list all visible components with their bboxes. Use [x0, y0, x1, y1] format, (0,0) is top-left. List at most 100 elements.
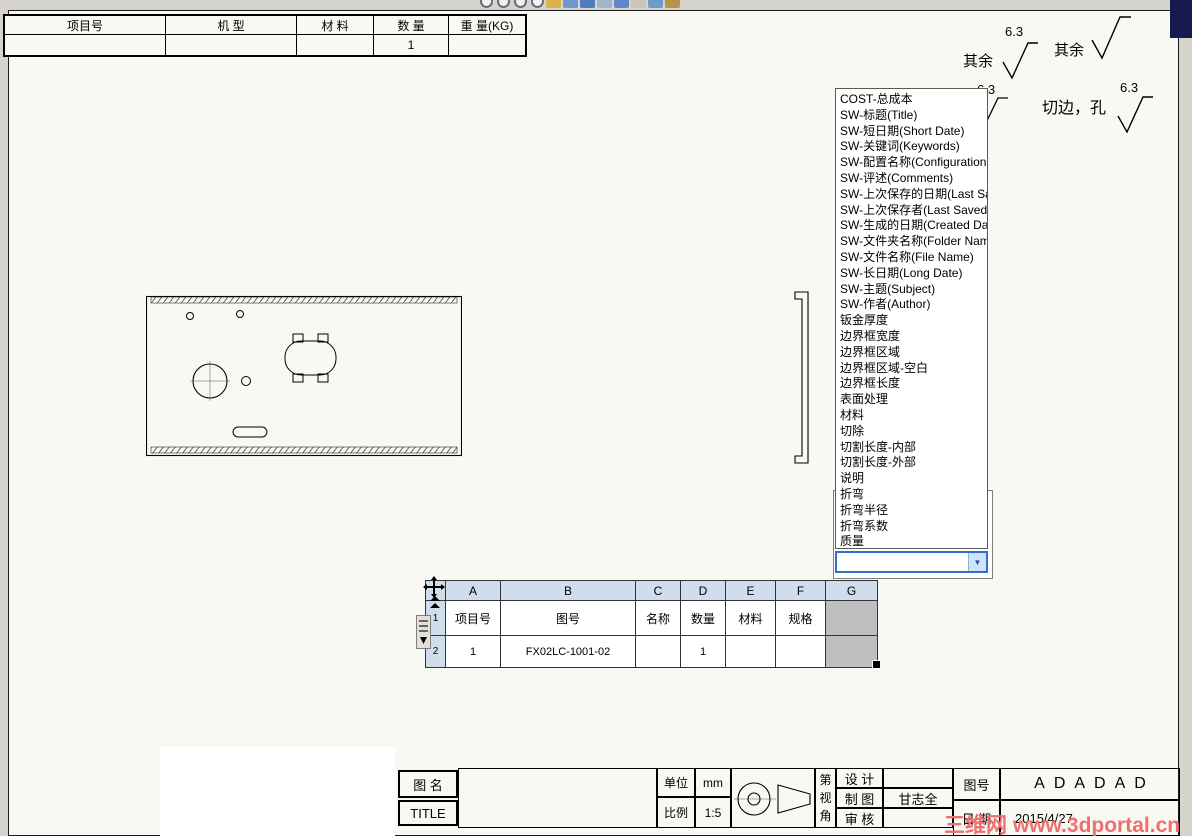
property-combo-box[interactable]: ▼ [835, 551, 988, 573]
project-info-table: 项目号 机 型 材 料 数 量 重 量(KG) 1 [3, 14, 527, 57]
zoom-in-out-icon[interactable] [512, 0, 527, 8]
property-list-item[interactable]: 材料 [836, 408, 987, 424]
surface-finish-others-2: 其余 [1054, 13, 1136, 63]
property-list-item[interactable]: SW-标题(Title) [836, 108, 987, 124]
roughness-value: 6.3 [1005, 24, 1024, 39]
window-corner-panel [1170, 0, 1192, 38]
pan-icon[interactable] [546, 0, 561, 8]
project-no-header: 项目号 [5, 16, 166, 35]
property-list-item[interactable]: 钣金厚度 [836, 313, 987, 329]
bom-cell[interactable]: 数量 [681, 601, 726, 636]
chevron-down-icon[interactable]: ▼ [968, 553, 986, 571]
bom-cell[interactable]: 项目号 [446, 601, 501, 636]
bom-cell[interactable] [636, 636, 681, 668]
third-angle-projection-icon [734, 782, 811, 816]
property-list-item[interactable]: 折弯 [836, 487, 987, 503]
bom-cell[interactable] [826, 601, 878, 636]
weight-header: 重 量(KG) [449, 16, 525, 35]
property-list-item[interactable]: SW-上次保存者(Last Saved By) [836, 203, 987, 219]
bom-cell[interactable] [726, 636, 776, 668]
machine-type-header: 机 型 [166, 16, 297, 35]
bom-cell[interactable]: 规格 [776, 601, 826, 636]
property-list-item[interactable]: SW-评述(Comments) [836, 171, 987, 187]
bom-col-header[interactable]: A [446, 581, 501, 601]
property-list-item[interactable]: 说明 [836, 471, 987, 487]
design-label: 设 计 [836, 768, 883, 788]
rotate-view-icon[interactable] [529, 0, 544, 8]
table-move-handle-icon[interactable] [423, 576, 445, 598]
property-list-item[interactable]: 质量 [836, 534, 987, 548]
property-combo-value[interactable] [837, 553, 968, 571]
property-list-item[interactable]: SW-主题(Subject) [836, 282, 987, 298]
drawing-no-value: ADADAD [1000, 768, 1180, 800]
property-list-item[interactable]: SW-上次保存的日期(Last Saved Date) [836, 187, 987, 203]
property-list-item[interactable]: 边界框宽度 [836, 329, 987, 345]
side-view[interactable] [794, 291, 814, 465]
projection-symbol-cell [731, 768, 815, 828]
property-list-item[interactable]: SW-文件夹名称(Folder Name) [836, 234, 987, 250]
material-value [297, 35, 374, 55]
property-list-item[interactable]: 折弯半径 [836, 503, 987, 519]
check-label: 审 核 [836, 808, 883, 828]
cad-drawing-window: 项目号 机 型 材 料 数 量 重 量(KG) 1 其余 6.3 其余 6.3 … [0, 0, 1192, 836]
bom-col-header[interactable]: D [681, 581, 726, 601]
angle-char: 第 [819, 773, 832, 787]
view-orientation-icon[interactable] [563, 0, 578, 8]
edit-appearance-icon[interactable] [614, 0, 629, 8]
property-list-item[interactable]: 切割长度-内部 [836, 440, 987, 456]
bom-cell[interactable] [776, 636, 826, 668]
bom-col-header[interactable]: E [726, 581, 776, 601]
bom-cell[interactable]: 1 [681, 636, 726, 668]
property-list-item[interactable]: 切割长度-外部 [836, 455, 987, 471]
check-value [883, 808, 953, 828]
draft-value: 甘志全 [883, 788, 953, 808]
table-sort-arrows-icon[interactable] [429, 596, 441, 609]
property-list-item[interactable]: COST-总成本 [836, 92, 987, 108]
bom-col-header[interactable]: F [776, 581, 826, 601]
title-label: TITLE [398, 800, 458, 826]
view-settings-icon[interactable] [648, 0, 663, 8]
bom-cell[interactable]: 1 [446, 636, 501, 668]
hide-show-items-icon[interactable] [597, 0, 612, 8]
property-list-item[interactable]: SW-文件名称(File Name) [836, 250, 987, 266]
front-view[interactable] [146, 294, 462, 458]
property-list-item[interactable]: SW-关键词(Keywords) [836, 139, 987, 155]
cell-fill-handle[interactable] [872, 660, 881, 669]
scale-value: 1:5 [695, 797, 731, 828]
property-list-item[interactable]: 折弯系数 [836, 519, 987, 535]
property-list-item[interactable]: SW-作者(Author) [836, 297, 987, 313]
property-list-item[interactable]: SW-长日期(Long Date) [836, 266, 987, 282]
property-list-item[interactable]: 边界框长度 [836, 376, 987, 392]
property-list-item[interactable]: 边界框区域 [836, 345, 987, 361]
white-overlay-patch [160, 747, 395, 836]
bom-cell[interactable] [826, 636, 878, 668]
bom-cell[interactable]: FX02LC-1001-02 [501, 636, 636, 668]
surface-finish-others-1: 其余 6.3 [963, 24, 1053, 80]
cut-edge-label: 切边，孔 [1042, 100, 1107, 117]
zoom-to-fit-icon[interactable] [478, 0, 493, 8]
surface-roughness-icon [1002, 42, 1038, 80]
property-list-item[interactable]: 切除 [836, 424, 987, 440]
surface-finish-cut-edge: 切边，孔 6.3 [1040, 80, 1160, 136]
magnifier-glyph [480, 0, 493, 8]
property-list-item[interactable]: SW-短日期(Short Date) [836, 124, 987, 140]
property-list-item[interactable]: 表面处理 [836, 392, 987, 408]
property-list-item[interactable]: SW-生成的日期(Created Date) [836, 218, 987, 234]
weight-value [449, 35, 525, 55]
bom-cell[interactable]: 名称 [636, 601, 681, 636]
bom-cell[interactable]: 材料 [726, 601, 776, 636]
zoom-to-area-icon[interactable] [495, 0, 510, 8]
camera-icon[interactable] [665, 0, 680, 8]
row-resize-widget[interactable] [416, 615, 431, 649]
display-style-icon[interactable] [580, 0, 595, 8]
magnifier-glyph [497, 0, 510, 8]
bom-col-header[interactable]: C [636, 581, 681, 601]
property-list-item[interactable]: 边界框区域-空白 [836, 361, 987, 377]
magnifier-glyph [514, 0, 527, 8]
property-list-item[interactable]: SW-配置名称(Configuration Name) [836, 155, 987, 171]
bom-col-header[interactable]: G [826, 581, 878, 601]
project-no-value [5, 35, 166, 55]
bom-col-header[interactable]: B [501, 581, 636, 601]
apply-scene-icon[interactable] [631, 0, 646, 8]
bom-cell[interactable]: 图号 [501, 601, 636, 636]
